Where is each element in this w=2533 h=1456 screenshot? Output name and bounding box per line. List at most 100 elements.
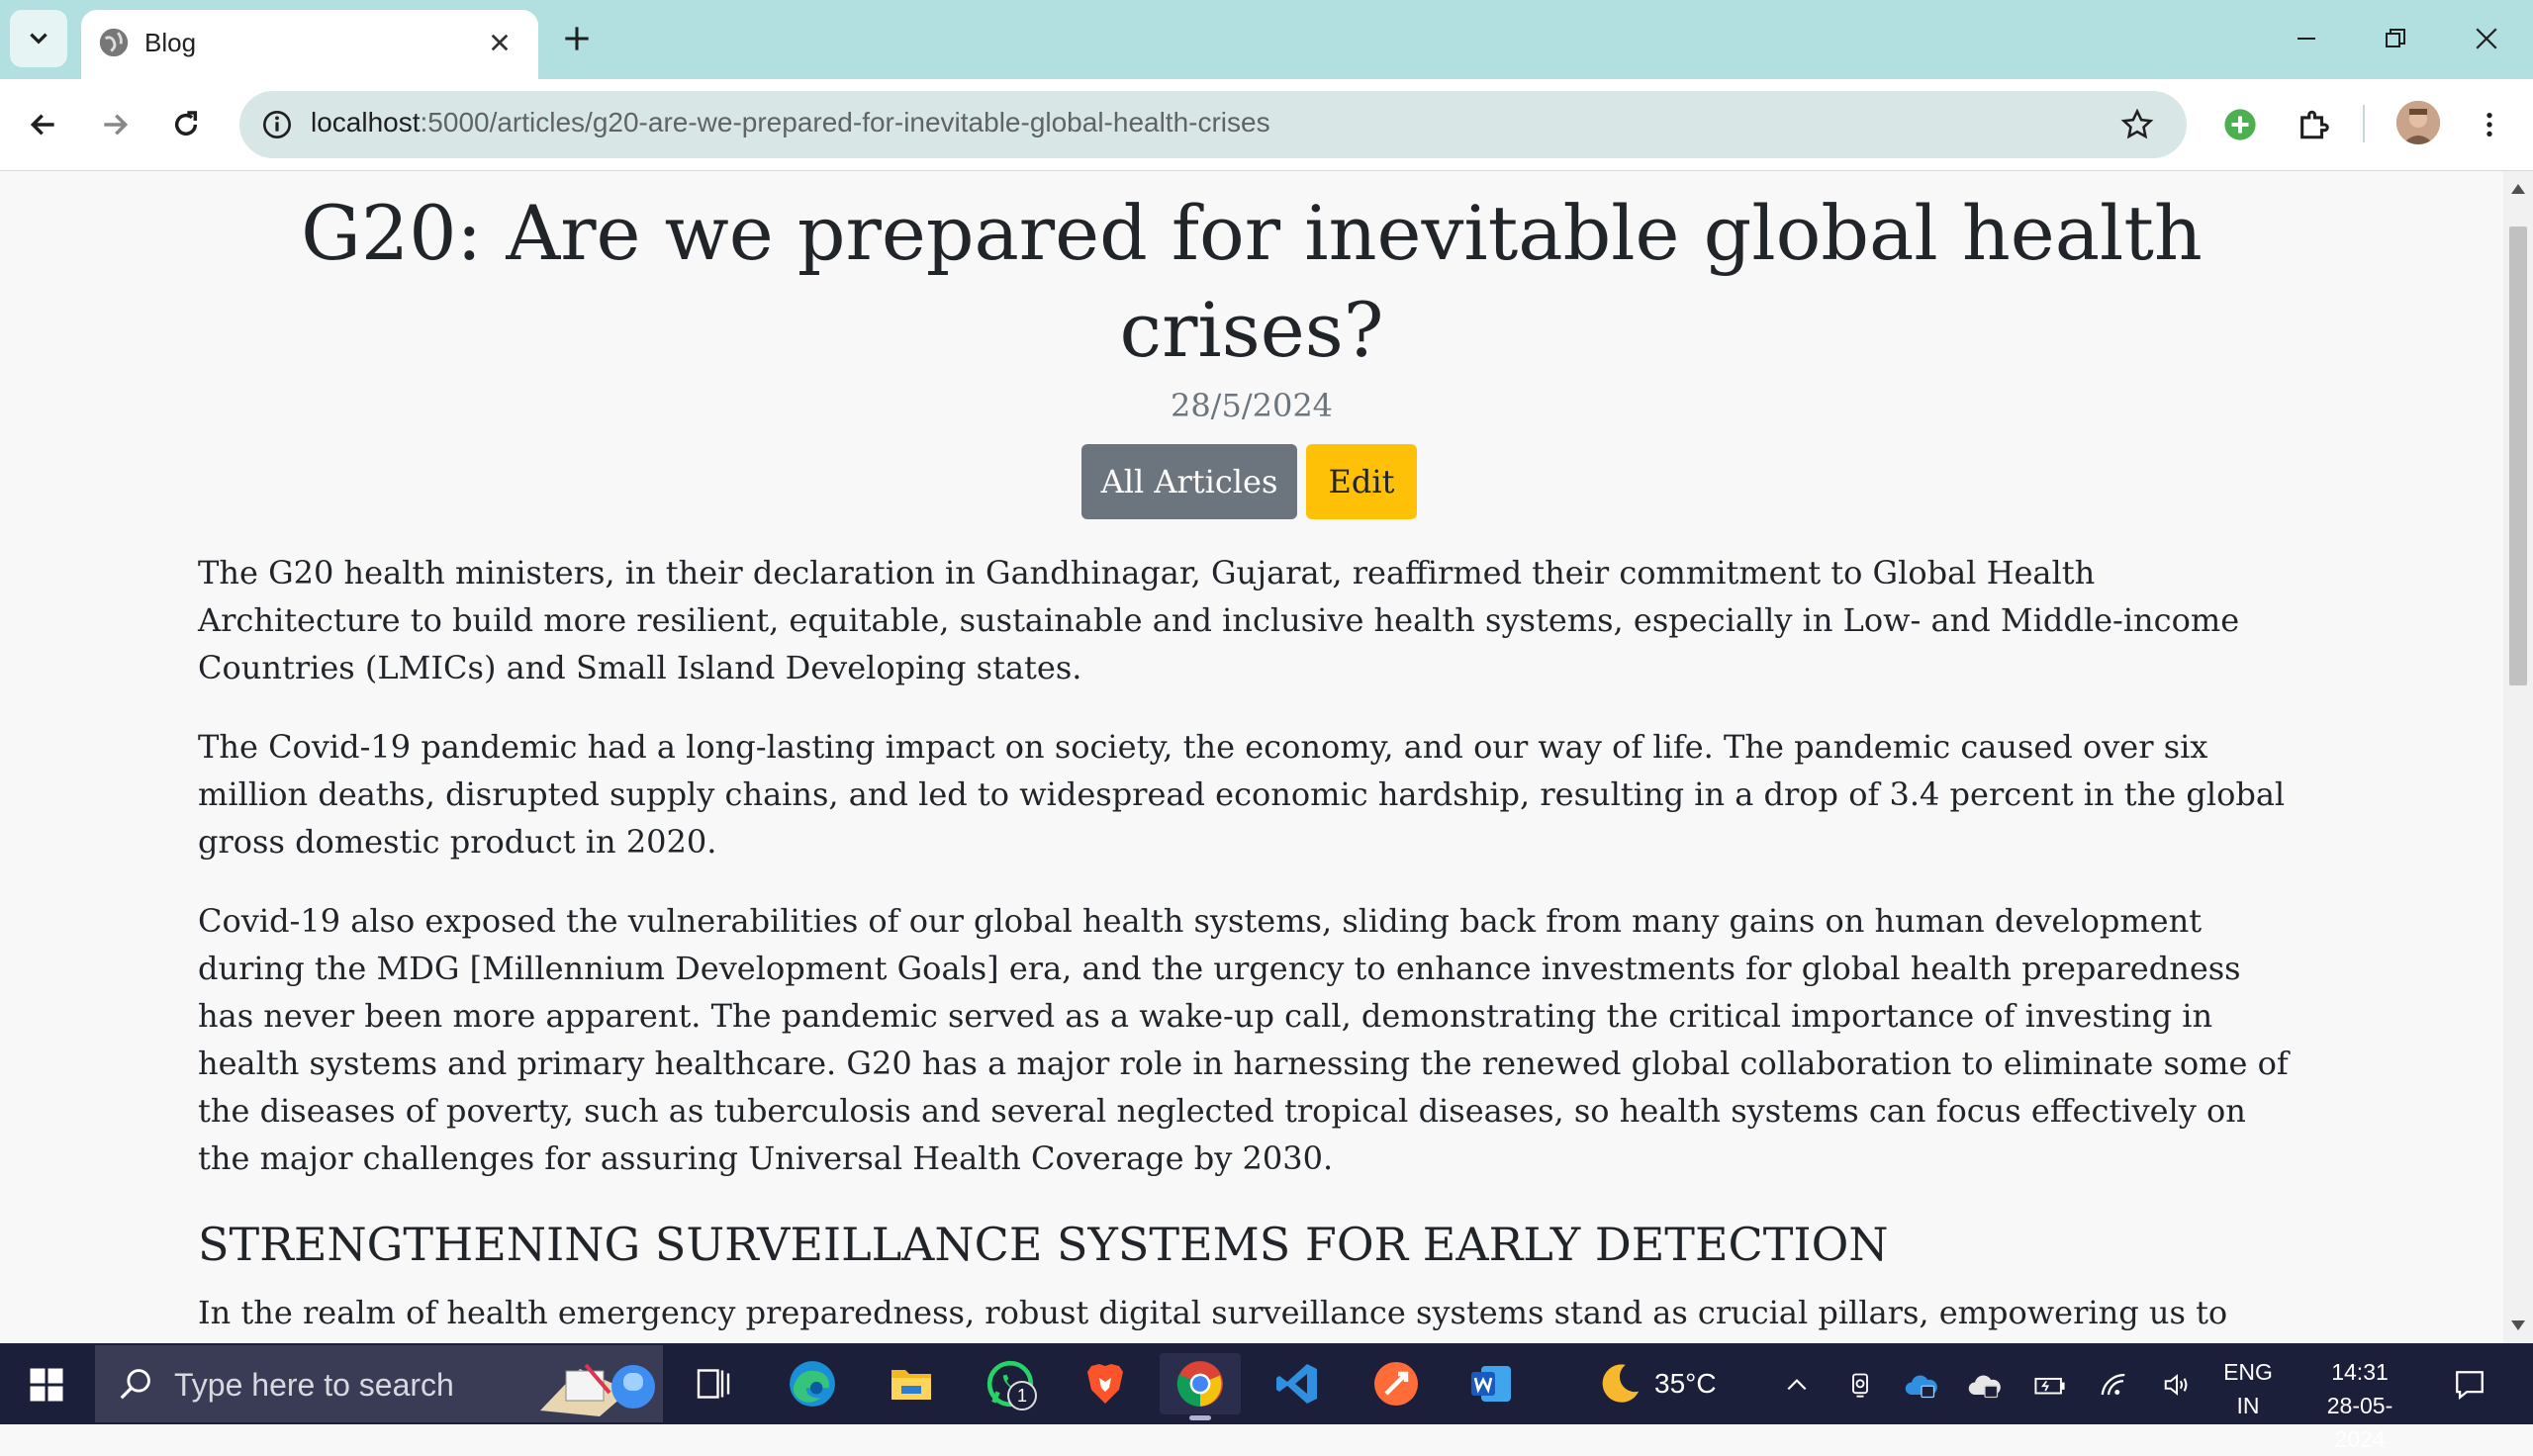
show-hidden-icons-button[interactable] bbox=[1777, 1365, 1817, 1405]
tray-network[interactable] bbox=[2094, 1365, 2133, 1405]
toolbar-separator bbox=[2363, 105, 2365, 142]
close-tab-button[interactable] bbox=[483, 26, 516, 59]
plus-circle-icon bbox=[2224, 109, 2256, 140]
paragraph-2: The Covid-19 pandemic had a long-lasting… bbox=[198, 728, 2286, 861]
notification-center-button[interactable] bbox=[2448, 1363, 2491, 1407]
paragraph-4: In the realm of health emergency prepare… bbox=[198, 1294, 2228, 1343]
address-bar[interactable]: localhost:5000/articles/g20-are-we-prepa… bbox=[239, 91, 2187, 158]
article-title: G20: Are we prepared for inevitable glob… bbox=[301, 189, 2203, 374]
cloud-icon bbox=[1905, 1375, 1937, 1399]
search-placeholder: Type here to search bbox=[174, 1367, 454, 1403]
whatsapp-badge: 1 bbox=[1007, 1381, 1037, 1410]
triangle-down-icon bbox=[2511, 1320, 2525, 1330]
restore-button[interactable] bbox=[2361, 10, 2430, 67]
taskbar-postman[interactable] bbox=[1356, 1353, 1437, 1414]
scroll-thumb[interactable] bbox=[2509, 227, 2527, 685]
vscode-icon bbox=[1276, 1364, 1317, 1404]
tab-search-button[interactable] bbox=[10, 10, 67, 67]
scroll-down-button[interactable] bbox=[2503, 1314, 2533, 1337]
wifi-icon bbox=[2101, 1373, 2125, 1396]
close-icon bbox=[2476, 28, 2497, 49]
tray-onedrive-business[interactable] bbox=[1902, 1365, 1941, 1405]
avatar-icon bbox=[2396, 101, 2440, 144]
extensions-button[interactable] bbox=[2290, 101, 2337, 148]
minimize-icon bbox=[2298, 38, 2315, 40]
article-date: 28/5/2024 bbox=[1170, 387, 1334, 424]
language-code: ENG bbox=[2223, 1359, 2273, 1385]
all-articles-button[interactable]: All Articles bbox=[1081, 444, 1297, 519]
meet-now-icon bbox=[1852, 1373, 1868, 1398]
taskbar-chrome[interactable] bbox=[1160, 1353, 1241, 1420]
tray-onedrive[interactable] bbox=[1965, 1365, 2005, 1405]
arrow-right-icon bbox=[104, 114, 129, 136]
puzzle-icon bbox=[2300, 110, 2329, 139]
folder-icon bbox=[891, 1370, 931, 1400]
page-scrollbar[interactable] bbox=[2503, 171, 2533, 1343]
page-viewport: G20: Are we prepared for inevitable glob… bbox=[0, 171, 2503, 1343]
close-window-button[interactable] bbox=[2452, 10, 2521, 67]
triangle-up-icon bbox=[2511, 184, 2525, 194]
cloud-icon bbox=[1968, 1375, 2001, 1399]
profile-avatar[interactable] bbox=[2396, 101, 2440, 144]
taskbar-vscode[interactable] bbox=[1257, 1353, 1338, 1414]
edge-icon bbox=[790, 1361, 835, 1407]
tray-meet-now[interactable] bbox=[1840, 1365, 1880, 1405]
info-icon bbox=[263, 111, 291, 138]
site-info-button[interactable] bbox=[253, 101, 301, 148]
weather-temperature: 35°C bbox=[1654, 1368, 1717, 1399]
browser-toolbar: localhost:5000/articles/g20-are-we-prepa… bbox=[0, 79, 2533, 171]
task-view-icon bbox=[697, 1369, 730, 1399]
plus-icon bbox=[565, 27, 589, 50]
clock-time: 14:31 bbox=[2331, 1359, 2389, 1385]
taskbar-whatsapp[interactable]: 1 bbox=[970, 1353, 1051, 1414]
speaker-icon bbox=[2164, 1374, 2188, 1396]
reload-button[interactable] bbox=[162, 101, 210, 148]
minimize-button[interactable] bbox=[2272, 10, 2341, 67]
bookmark-button[interactable] bbox=[2115, 103, 2159, 146]
tray-volume[interactable] bbox=[2157, 1365, 2197, 1405]
system-clock[interactable]: 14:31 28-05-2024 bbox=[2305, 1355, 2414, 1456]
extension-green-button[interactable] bbox=[2216, 101, 2264, 148]
restore-icon bbox=[2386, 29, 2405, 47]
taskbar-word[interactable] bbox=[1451, 1353, 1532, 1414]
new-tab-button[interactable] bbox=[554, 16, 600, 61]
back-button[interactable] bbox=[20, 101, 67, 148]
windows-taskbar: Type here to search 1 35°C ENG IN 14:31 … bbox=[0, 1343, 2533, 1452]
taskbar-edge[interactable] bbox=[772, 1353, 853, 1414]
paragraph-1: The G20 health ministers, in their decla… bbox=[198, 554, 2240, 686]
task-view-button[interactable] bbox=[673, 1353, 754, 1414]
forward-button[interactable] bbox=[91, 101, 139, 148]
weather-widget[interactable]: 35°C bbox=[1597, 1359, 1736, 1409]
brave-lion-icon bbox=[1087, 1364, 1123, 1404]
article-body: The G20 health ministers, in their decla… bbox=[198, 549, 2305, 1343]
windows-logo-icon bbox=[30, 1368, 63, 1402]
section-heading: STRENGTHENING SURVEILLANCE SYSTEMS FOR E… bbox=[198, 1218, 1889, 1271]
tray-battery[interactable] bbox=[2030, 1365, 2070, 1405]
chevron-down-icon bbox=[30, 33, 47, 45]
input-language[interactable]: ENG IN bbox=[2218, 1355, 2278, 1422]
taskbar-search[interactable]: Type here to search bbox=[95, 1345, 663, 1422]
notification-icon bbox=[2456, 1371, 2484, 1401]
moon-icon bbox=[1602, 1364, 1640, 1403]
scroll-up-button[interactable] bbox=[2503, 177, 2533, 201]
paragraph-3: Covid-19 also exposed the vulnerabilitie… bbox=[198, 902, 2289, 1177]
url-text[interactable]: localhost:5000/articles/g20-are-we-prepa… bbox=[311, 107, 1270, 138]
search-icon bbox=[120, 1369, 150, 1400]
chevron-up-icon bbox=[1787, 1379, 1807, 1391]
start-button[interactable] bbox=[14, 1361, 79, 1409]
tab-strip: Blog bbox=[0, 0, 2533, 79]
tab-blog[interactable]: Blog bbox=[81, 10, 538, 79]
taskbar-file-explorer[interactable] bbox=[871, 1353, 952, 1414]
word-icon bbox=[1471, 1366, 1511, 1402]
edit-button[interactable]: Edit bbox=[1306, 444, 1417, 519]
arrow-left-icon bbox=[30, 114, 54, 136]
browser-menu-button[interactable] bbox=[2466, 101, 2513, 148]
star-icon bbox=[2120, 108, 2154, 139]
taskbar-brave[interactable] bbox=[1065, 1353, 1146, 1414]
url-host: localhost bbox=[311, 107, 421, 137]
clock-date: 28-05-2024 bbox=[2326, 1393, 2393, 1452]
url-path: :5000/articles/g20-are-we-prepared-for-i… bbox=[420, 107, 1270, 137]
chrome-icon bbox=[1176, 1361, 1223, 1407]
globe-icon bbox=[99, 28, 129, 57]
close-icon bbox=[491, 34, 509, 51]
